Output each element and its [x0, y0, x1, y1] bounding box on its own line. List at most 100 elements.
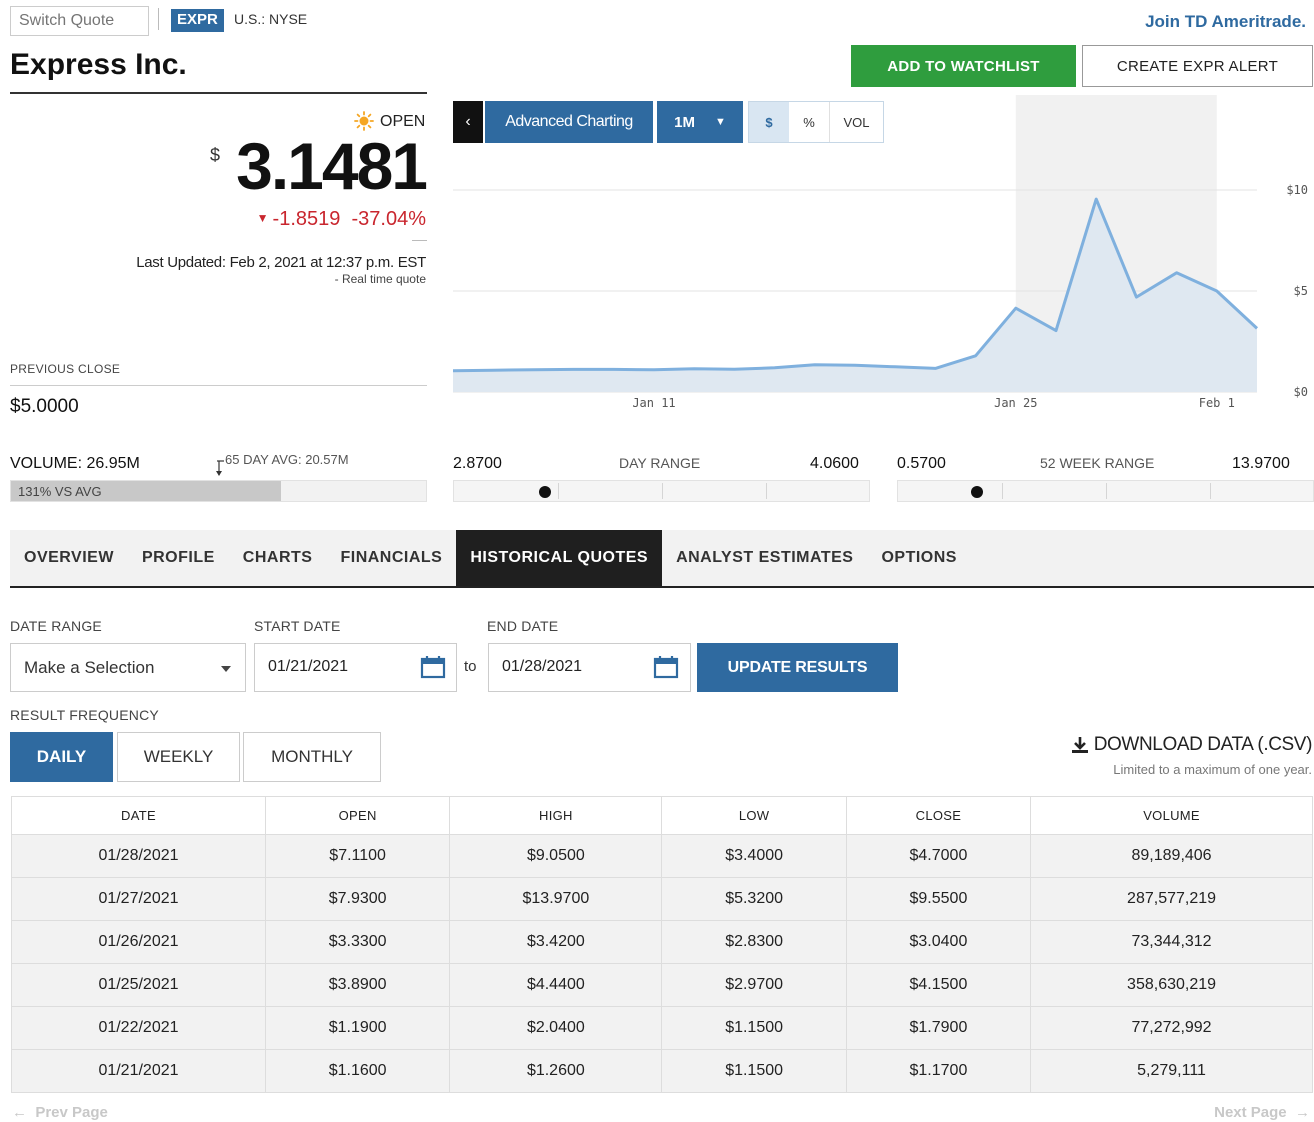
tab-charts[interactable]: CHARTS: [229, 530, 327, 586]
y-tick-label: $0: [1294, 385, 1308, 399]
cell-volume: 77,272,992: [1030, 1006, 1313, 1050]
last-updated: Last Updated: Feb 2, 2021 at 12:37 p.m. …: [136, 254, 426, 271]
range-divider: [1210, 483, 1211, 499]
result-frequency-label: RESULT FREQUENCY: [10, 707, 159, 723]
to-label: to: [464, 658, 477, 675]
cell-low: $2.9700: [661, 963, 847, 1007]
cell-date: 01/21/2021: [11, 1049, 266, 1093]
company-name: Express Inc.: [10, 48, 187, 81]
cell-high: $3.4200: [449, 920, 663, 964]
download-csv-link[interactable]: DOWNLOAD DATA (.CSV): [1070, 734, 1312, 756]
cell-open: $1.1900: [264, 1006, 451, 1050]
download-limit-note: Limited to a maximum of one year.: [1113, 762, 1312, 777]
tab-analyst-estimates[interactable]: ANALYST ESTIMATES: [662, 530, 867, 586]
cell-close: $3.0400: [845, 920, 1032, 964]
column-header-open[interactable]: OPEN: [264, 796, 451, 835]
cell-open: $3.3300: [264, 920, 451, 964]
download-icon: [1071, 737, 1088, 753]
week52-range-title: 52 WEEK RANGE: [1040, 455, 1155, 471]
change-value: -1.8519: [272, 208, 341, 230]
arrow-right-icon: →: [1295, 1104, 1310, 1121]
x-tick-label: Jan 11: [632, 396, 675, 410]
realtime-note: - Real time quote: [334, 272, 426, 286]
column-header-close[interactable]: CLOSE: [845, 796, 1032, 835]
advanced-charting-button[interactable]: Advanced Charting: [485, 101, 653, 143]
range-divider: [662, 483, 663, 499]
tab-financials[interactable]: FINANCIALS: [326, 530, 456, 586]
cell-low: $2.8300: [661, 920, 847, 964]
cell-open: $7.1100: [264, 834, 451, 878]
end-date-value: 01/28/2021: [502, 658, 583, 675]
avg-volume-label: 65 DAY AVG: 20.57M: [225, 452, 349, 467]
caret-down-icon: ▼: [714, 116, 726, 128]
cell-close: $4.7000: [845, 834, 1032, 878]
calendar-icon[interactable]: [420, 655, 446, 679]
next-page-link[interactable]: Next Page →: [1214, 1104, 1310, 1121]
day-range-title: DAY RANGE: [619, 455, 701, 471]
cell-volume: 89,189,406: [1030, 834, 1313, 878]
volume-label: VOLUME: 26.95M: [10, 455, 140, 472]
mode-dollar-button[interactable]: $: [749, 102, 789, 142]
cell-open: $1.1600: [264, 1049, 451, 1093]
range-divider: [1002, 483, 1003, 499]
mode-percent-button[interactable]: %: [789, 102, 829, 142]
cell-date: 01/25/2021: [11, 963, 266, 1007]
cell-date: 01/26/2021: [11, 920, 266, 964]
frequency-weekly-button[interactable]: WEEKLY: [117, 732, 240, 782]
cell-low: $3.4000: [661, 834, 847, 878]
update-results-button[interactable]: UPDATE RESULTS: [697, 643, 898, 692]
collapse-chart-button[interactable]: ‹: [453, 101, 483, 143]
cell-volume: 287,577,219: [1030, 877, 1313, 921]
volume-vs-avg-text: 131% VS AVG: [18, 484, 102, 499]
table-row: 01/22/2021 $1.1900 $2.0400 $1.1500 $1.7900 77…: [11, 1006, 1313, 1050]
date-range-select[interactable]: Make a Selection: [10, 643, 246, 692]
column-header-low[interactable]: LOW: [661, 796, 847, 835]
arrow-left-icon: ←: [12, 1104, 27, 1121]
column-header-volume[interactable]: VOLUME: [1030, 796, 1313, 835]
range-divider: [766, 483, 767, 499]
next-page-label: Next Page: [1214, 1104, 1287, 1121]
column-header-date[interactable]: DATE: [11, 796, 266, 835]
cell-high: $13.9700: [449, 877, 663, 921]
week52-range-marker: [970, 486, 983, 498]
cell-date: 01/27/2021: [11, 877, 266, 921]
calendar-icon[interactable]: [653, 655, 679, 679]
end-date-label: END DATE: [487, 618, 559, 634]
cell-volume: 5,279,111: [1030, 1049, 1313, 1093]
day-range-bar: [453, 480, 870, 502]
prev-page-label: Prev Page: [35, 1104, 108, 1121]
week52-range-high: 13.9700: [1232, 455, 1290, 472]
price-chart[interactable]: $10$5$0Jan 11Jan 18Jan 25Feb 1: [453, 95, 1313, 415]
column-header-high[interactable]: HIGH: [449, 796, 663, 835]
cell-high: $1.2600: [449, 1049, 663, 1093]
x-tick-label: Feb 1: [1199, 396, 1235, 410]
day-range-low: 2.8700: [453, 455, 502, 472]
cell-close: $9.5500: [845, 877, 1032, 921]
week52-range-bar: [897, 480, 1314, 502]
period-value: 1M: [674, 113, 695, 131]
change-divider: [412, 240, 427, 241]
period-dropdown[interactable]: 1M ▼: [657, 101, 743, 143]
day-range-high: 4.0600: [810, 455, 859, 472]
mode-volume-button[interactable]: VOL: [829, 102, 883, 142]
join-td-link[interactable]: Join TD Ameritrade.: [1145, 12, 1306, 32]
company-divider: [10, 92, 427, 94]
y-tick-label: $10: [1286, 183, 1308, 197]
tab-historical-quotes[interactable]: HISTORICAL QUOTES: [456, 530, 663, 586]
prev-page-link[interactable]: ← Prev Page: [12, 1104, 108, 1121]
table-row: 01/25/2021 $3.8900 $4.4400 $2.9700 $4.1500 35…: [11, 963, 1313, 1007]
historical-quotes-table: DATE OPEN HIGH LOW CLOSE VOLUME 01/28/20…: [11, 796, 1313, 1093]
cell-open: $3.8900: [264, 963, 451, 1007]
previous-close-label: PREVIOUS CLOSE: [10, 362, 121, 376]
frequency-daily-button[interactable]: DAILY: [10, 732, 113, 782]
chart-toolbar: ‹ Advanced Charting 1M ▼ $ % VOL: [453, 101, 884, 143]
table-row: 01/26/2021 $3.3300 $3.4200 $2.8300 $3.0400 73…: [11, 920, 1313, 964]
tab-profile[interactable]: PROFILE: [128, 530, 229, 586]
add-to-watchlist-button[interactable]: ADD TO WATCHLIST: [851, 45, 1076, 87]
tab-overview[interactable]: OVERVIEW: [10, 530, 128, 586]
create-alert-button[interactable]: CREATE EXPR ALERT: [1082, 45, 1313, 87]
frequency-monthly-button[interactable]: MONTHLY: [243, 732, 381, 782]
tab-options[interactable]: OPTIONS: [867, 530, 971, 586]
cell-high: $4.4400: [449, 963, 663, 1007]
switch-quote-input[interactable]: [10, 6, 149, 36]
